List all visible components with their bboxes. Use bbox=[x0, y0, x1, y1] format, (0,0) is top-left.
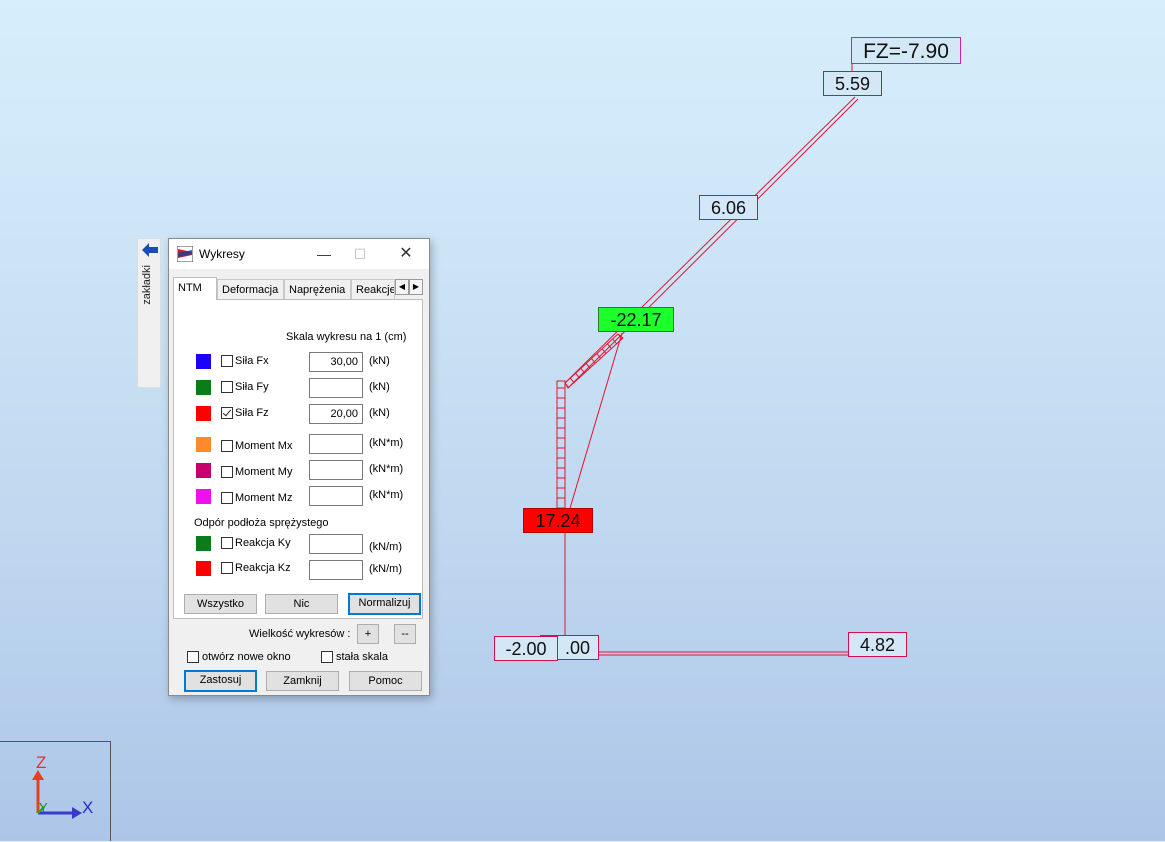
unit-fx: (kN) bbox=[369, 355, 390, 367]
arrow-left-icon[interactable] bbox=[142, 243, 158, 257]
color-swatch-mx bbox=[196, 437, 211, 452]
open-new-window-label: otwórz nowe okno bbox=[202, 651, 291, 663]
minimize-icon[interactable]: — bbox=[309, 243, 339, 265]
axis-triad-icon bbox=[32, 770, 82, 819]
app-icon bbox=[177, 246, 193, 262]
label-ky: Reakcja Ky bbox=[235, 537, 291, 549]
label-value-neg-2-00: -2.00 bbox=[494, 636, 558, 661]
checkbox-open-new-window[interactable] bbox=[187, 651, 199, 663]
label-mx: Moment Mx bbox=[235, 440, 293, 452]
unit-my: (kN*m) bbox=[369, 463, 404, 475]
unit-fz: (kN) bbox=[369, 407, 390, 419]
elastic-foundation-label: Odpór podłoża sprężystego bbox=[194, 517, 329, 529]
checkbox-kz[interactable] bbox=[221, 562, 233, 574]
unit-kz: (kN/m) bbox=[369, 563, 402, 575]
tab-reactions[interactable]: Reakcje bbox=[351, 279, 395, 299]
label-value-4-82: 4.82 bbox=[848, 632, 907, 657]
normalize-button[interactable]: Normalizuj bbox=[348, 593, 421, 615]
axis-y-label: Y bbox=[39, 800, 48, 815]
axis-x-label: X bbox=[82, 798, 94, 817]
fixed-scale-label: stała skala bbox=[336, 651, 388, 663]
help-button[interactable]: Pomoc bbox=[349, 671, 422, 691]
input-mx[interactable] bbox=[309, 434, 363, 454]
chart-size-label: Wielkość wykresów : bbox=[249, 628, 351, 640]
checkbox-fz[interactable] bbox=[221, 407, 233, 419]
apply-button[interactable]: Zastosuj bbox=[184, 670, 257, 692]
color-swatch-kz bbox=[196, 561, 211, 576]
input-fx[interactable] bbox=[309, 352, 363, 372]
unit-mx: (kN*m) bbox=[369, 437, 404, 449]
tab-ntm[interactable]: NTM bbox=[173, 277, 217, 300]
label-value-neg-22-17: -22.17 bbox=[598, 307, 674, 332]
dialog-title: Wykresy bbox=[199, 247, 245, 261]
label-value-17-24: 17.24 bbox=[523, 508, 593, 533]
input-fy[interactable] bbox=[309, 378, 363, 398]
color-swatch-fx bbox=[196, 354, 211, 369]
color-swatch-fy bbox=[196, 380, 211, 395]
checkbox-mx[interactable] bbox=[221, 440, 233, 452]
color-swatch-my bbox=[196, 463, 211, 478]
color-swatch-mz bbox=[196, 489, 211, 504]
tab-scroll-left-icon[interactable]: ◀ bbox=[395, 279, 409, 295]
close-icon[interactable]: ✕ bbox=[391, 243, 421, 265]
select-none-button[interactable]: Nic bbox=[265, 594, 338, 614]
input-fz[interactable] bbox=[309, 404, 363, 424]
tab-stresses[interactable]: Naprężenia bbox=[284, 279, 351, 299]
label-fy: Siła Fy bbox=[235, 381, 269, 393]
label-mz: Moment Mz bbox=[235, 492, 293, 504]
charts-dialog: Wykresy — ☐ ✕ NTM Deformacja Naprężenia … bbox=[168, 238, 430, 696]
bookmarks-label: zakładki bbox=[141, 265, 153, 305]
axis-widget: Z Y X bbox=[0, 741, 111, 841]
label-fz: Siła Fz bbox=[235, 407, 269, 419]
label-fx: Siła Fx bbox=[235, 355, 269, 367]
label-kz: Reakcja Kz bbox=[235, 562, 291, 574]
bookmarks-side-tab[interactable]: zakładki bbox=[137, 238, 161, 388]
axis-z-label: Z bbox=[36, 753, 47, 772]
checkbox-fixed-scale[interactable] bbox=[321, 651, 333, 663]
maximize-icon[interactable]: ☐ bbox=[345, 243, 375, 265]
checkbox-fx[interactable] bbox=[221, 355, 233, 367]
diagram-diagonal bbox=[567, 332, 623, 516]
color-swatch-ky bbox=[196, 536, 211, 551]
checkbox-mz[interactable] bbox=[221, 492, 233, 504]
label-my: Moment My bbox=[235, 466, 293, 478]
input-my[interactable] bbox=[309, 460, 363, 480]
hatch-inclined bbox=[575, 372, 580, 379]
label-fz-top: FZ=-7.90 bbox=[851, 37, 961, 64]
input-kz[interactable] bbox=[309, 560, 363, 580]
size-decrease-button[interactable]: -- bbox=[394, 624, 416, 644]
checkbox-my[interactable] bbox=[221, 466, 233, 478]
input-ky[interactable] bbox=[309, 534, 363, 554]
dialog-titlebar[interactable]: Wykresy — ☐ ✕ bbox=[169, 239, 429, 269]
checkbox-fy[interactable] bbox=[221, 381, 233, 393]
hatch-inclined bbox=[569, 377, 575, 384]
scale-caption: Skala wykresu na 1 (cm) bbox=[286, 331, 407, 343]
unit-fy: (kN) bbox=[369, 381, 390, 393]
input-mz[interactable] bbox=[309, 486, 363, 506]
close-button[interactable]: Zamknij bbox=[266, 671, 339, 691]
unit-ky: (kN/m) bbox=[369, 541, 402, 553]
label-value-6-06: 6.06 bbox=[699, 195, 758, 220]
tab-scroll-right-icon[interactable]: ▶ bbox=[409, 279, 423, 295]
color-swatch-fz bbox=[196, 406, 211, 421]
select-all-button[interactable]: Wszystko bbox=[184, 594, 257, 614]
beam-inclined bbox=[564, 96, 856, 384]
label-value-5-59: 5.59 bbox=[823, 71, 882, 96]
size-increase-button[interactable]: + bbox=[357, 624, 379, 644]
tab-deformation[interactable]: Deformacja bbox=[217, 279, 284, 299]
diagram-fill-vertical bbox=[556, 380, 566, 511]
unit-mz: (kN*m) bbox=[369, 489, 404, 501]
diagram-inclined-upper bbox=[567, 98, 859, 389]
dialog-tabs: NTM Deformacja Naprężenia Reakcje ◀ ▶ bbox=[173, 277, 425, 300]
checkbox-ky[interactable] bbox=[221, 537, 233, 549]
ntm-panel: Skala wykresu na 1 (cm) Siła Fx (kN) Sił… bbox=[173, 299, 423, 619]
